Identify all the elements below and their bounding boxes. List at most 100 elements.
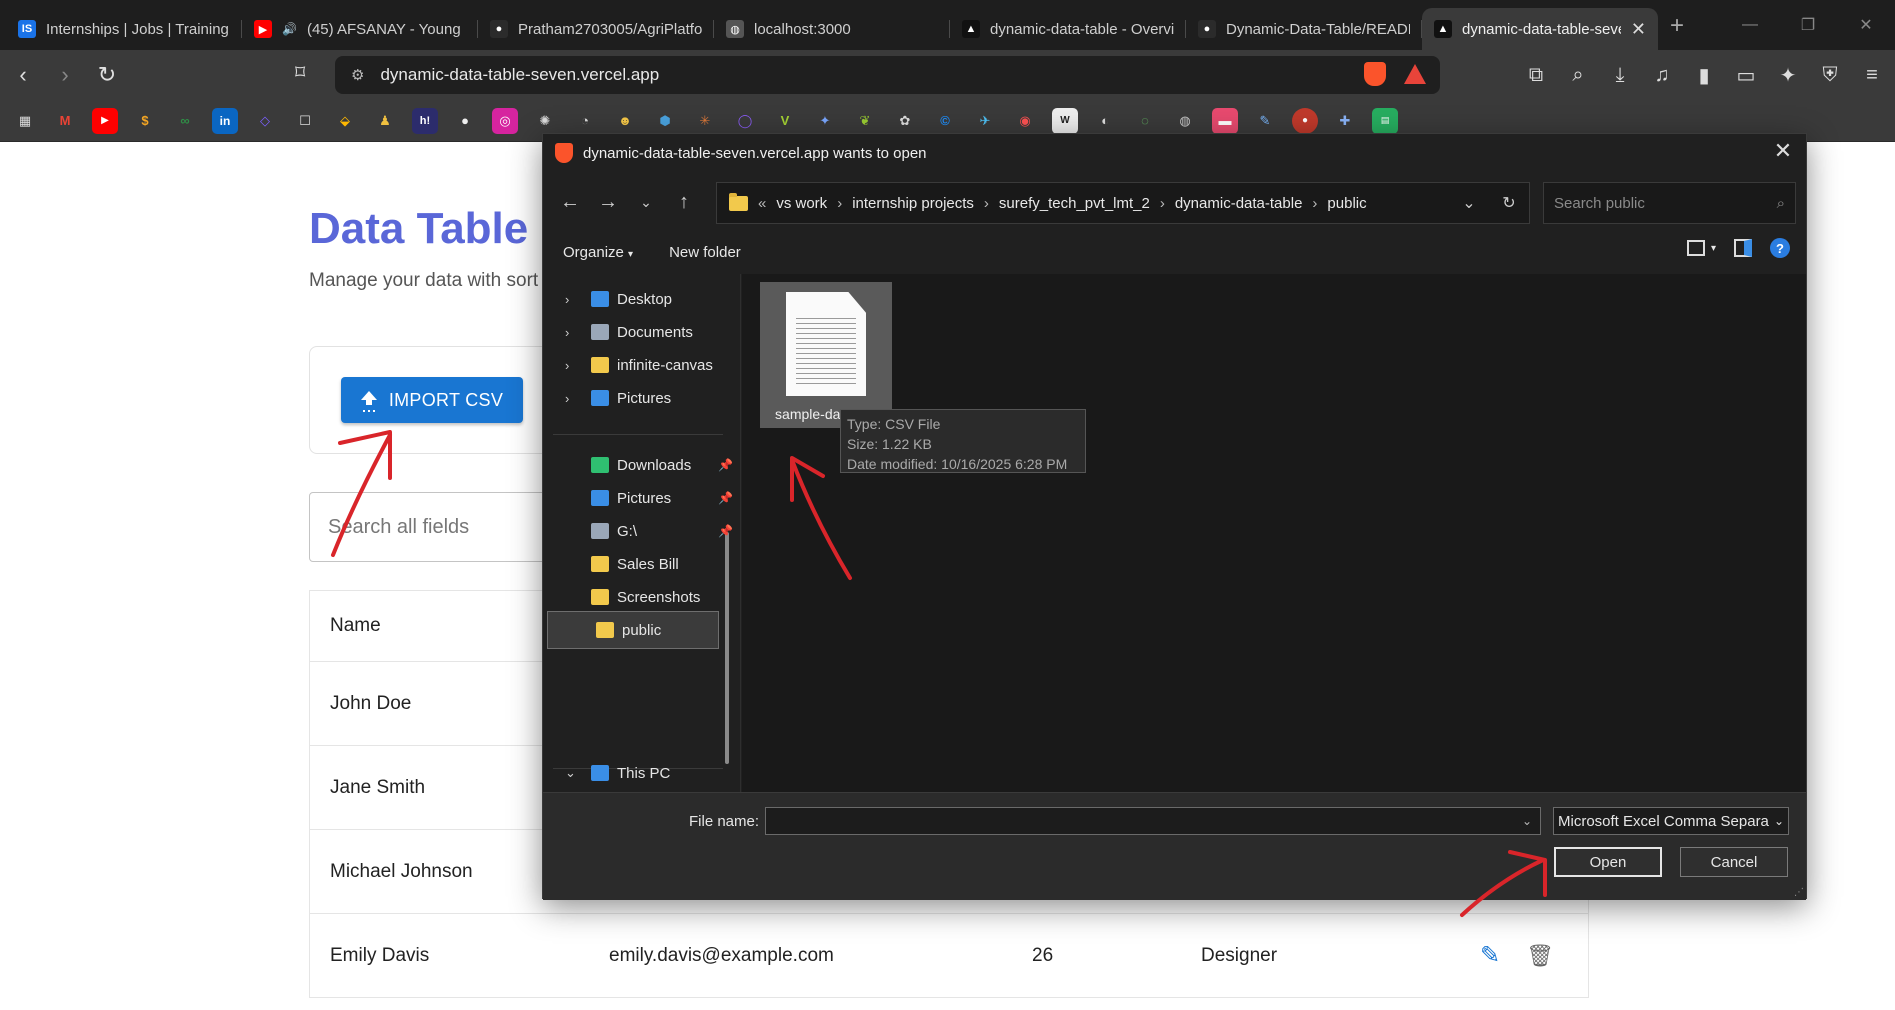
refresh-icon[interactable]: ↻	[1489, 193, 1529, 213]
brave-rewards-icon[interactable]	[1404, 64, 1426, 84]
new-folder-button[interactable]: New folder	[669, 244, 741, 261]
browser-tab[interactable]: ▲ dynamic-data-table - Overview	[950, 8, 1186, 50]
new-tab-icon[interactable]: +	[1670, 12, 1684, 40]
search-tabs-icon[interactable]: ⌕	[1559, 64, 1597, 87]
bookmark-icon[interactable]: ©	[932, 108, 958, 134]
breadcrumb-overflow[interactable]: «	[758, 195, 766, 212]
media-icon[interactable]: ♫	[1643, 64, 1681, 87]
bookmark-icon[interactable]: ✿	[892, 108, 918, 134]
bookmark-icon[interactable]: ⬢	[652, 108, 678, 134]
apps-icon[interactable]: ▦	[12, 108, 38, 134]
sidebar-item[interactable]: public	[547, 611, 719, 649]
bookmark-icon[interactable]: ◇	[252, 108, 278, 134]
audio-icon[interactable]: 🔊	[282, 22, 297, 36]
gemini-icon[interactable]: ✦	[812, 108, 838, 134]
restore-icon[interactable]: ❐	[1779, 0, 1837, 50]
github-icon[interactable]: ●	[452, 108, 478, 134]
close-tab-icon[interactable]: ✕	[1631, 19, 1646, 40]
menu-icon[interactable]: ≡	[1853, 64, 1891, 87]
bookmark-icon[interactable]: ◐	[1092, 108, 1118, 134]
reload-icon[interactable]: ↻	[88, 56, 126, 94]
caret-down-icon[interactable]: ▾	[1711, 243, 1716, 254]
hackerearth-icon[interactable]: h!	[412, 107, 438, 134]
back-arrow-icon[interactable]: ←	[551, 191, 589, 214]
column-header-name[interactable]: Name	[330, 591, 381, 661]
recent-locations-icon[interactable]: ⌄	[627, 194, 665, 211]
bookmark-icon[interactable]: W	[1052, 107, 1078, 134]
extensions-icon[interactable]: ⧉	[1517, 64, 1555, 87]
browser-tab[interactable]: ▶ 🔊 (45) AFSANAY - Young	[242, 8, 478, 50]
up-arrow-icon[interactable]: ↑	[665, 191, 703, 214]
linkedin-icon[interactable]: in	[212, 107, 238, 134]
sidebar-item[interactable]: › Pictures	[543, 379, 741, 417]
bookmark-icon[interactable]: ❦	[852, 108, 878, 134]
globe-icon[interactable]: ◍	[1172, 108, 1198, 134]
organize-menu[interactable]: Organize ▾	[563, 244, 633, 261]
bookmark-icon[interactable]: ☐	[292, 108, 318, 134]
bookmark-icon[interactable]: ●	[1292, 107, 1318, 134]
bookmark-icon[interactable]: ♟	[372, 108, 398, 134]
bookmark-icon[interactable]: ◌	[1132, 108, 1158, 134]
breadcrumb[interactable]: « vs work › internship projects › surefy_tec…	[716, 182, 1530, 224]
breadcrumb-segment[interactable]: vs work	[776, 195, 827, 212]
leo-icon[interactable]: ✦	[1769, 63, 1807, 88]
gmail-icon[interactable]: M	[52, 108, 78, 134]
file-item[interactable]: sample-data.csv	[760, 282, 892, 428]
brave-shields-icon[interactable]	[1364, 62, 1386, 86]
bookmark-icon[interactable]: ⌑	[295, 60, 305, 85]
bookmark-icon[interactable]: ◯	[732, 108, 758, 134]
breadcrumb-segment[interactable]: public	[1327, 195, 1366, 212]
chevron-right-icon[interactable]: ›	[565, 391, 579, 406]
bookmark-icon[interactable]: ⬙	[332, 108, 358, 134]
help-icon[interactable]: ?	[1770, 238, 1790, 258]
chevron-right-icon[interactable]: ›	[565, 358, 579, 373]
bookmark-icon[interactable]: ▤	[1372, 107, 1398, 134]
breadcrumb-segment[interactable]: internship projects	[852, 195, 974, 212]
downloads-icon[interactable]: ⤓	[1601, 64, 1639, 87]
close-icon[interactable]: ✕	[1768, 138, 1798, 164]
cancel-button[interactable]: Cancel	[1680, 847, 1788, 877]
open-button[interactable]: Open	[1554, 847, 1662, 877]
vpn-icon[interactable]: ⛨	[1811, 64, 1849, 87]
browser-tab[interactable]: ● Pratham2703005/AgriPlatform	[478, 8, 714, 50]
site-settings-icon[interactable]: ⚙	[351, 66, 364, 84]
browser-tab[interactable]: ▲ dynamic-data-table-seven ✕	[1422, 8, 1658, 50]
openai-icon[interactable]: ✺	[532, 108, 558, 134]
breadcrumb-segment[interactable]: dynamic-data-table	[1175, 195, 1303, 212]
chevron-down-icon[interactable]: ⌄	[1522, 814, 1532, 828]
sidebar-icon[interactable]: ▮	[1685, 63, 1723, 88]
geeksforgeeks-icon[interactable]: ∞	[172, 108, 198, 134]
view-options-icon[interactable]	[1686, 240, 1705, 256]
forward-icon[interactable]: ›	[46, 56, 84, 94]
file-name-input[interactable]: ⌄	[765, 807, 1541, 835]
minimize-icon[interactable]: —	[1721, 0, 1779, 50]
sidebar-item[interactable]: ⌄ This PC	[543, 754, 741, 792]
instagram-icon[interactable]: ◎	[492, 107, 518, 134]
chevron-right-icon[interactable]: ⌄	[565, 765, 579, 781]
wallet-icon[interactable]: ▭	[1727, 63, 1765, 88]
import-csv-button[interactable]: IMPORT CSV	[341, 377, 523, 423]
chevron-right-icon[interactable]: ›	[837, 195, 842, 212]
chevron-right-icon[interactable]: ›	[565, 325, 579, 340]
bookmark-icon[interactable]: ✚	[1332, 108, 1358, 134]
preview-pane-icon[interactable]	[1734, 239, 1752, 257]
bookmark-icon[interactable]: ◉	[1012, 108, 1038, 134]
browser-tab[interactable]: ◍ localhost:3000	[714, 8, 950, 50]
claude-icon[interactable]: ✳	[692, 108, 718, 134]
chevron-right-icon[interactable]: ›	[565, 292, 579, 307]
address-bar[interactable]: ⚙ dynamic-data-table-seven.vercel.app	[335, 56, 1440, 94]
forward-arrow-icon[interactable]: →	[589, 191, 627, 214]
close-window-icon[interactable]: ✕	[1837, 0, 1895, 50]
search-input[interactable]: Search public ⌕	[1543, 182, 1796, 224]
youtube-icon[interactable]: ▶	[92, 107, 118, 134]
chevron-down-icon[interactable]: ⌄	[1449, 193, 1489, 213]
delete-icon[interactable]: 🗑	[1526, 943, 1554, 969]
bookmark-icon[interactable]: ✎	[1252, 108, 1278, 134]
chevron-right-icon[interactable]: ›	[1312, 195, 1317, 212]
bookmark-icon[interactable]: ◔	[572, 108, 598, 134]
bookmark-icon[interactable]: $	[132, 108, 158, 134]
chevron-right-icon[interactable]: ›	[1160, 195, 1165, 212]
bookmark-icon[interactable]: ▬	[1212, 107, 1238, 134]
breadcrumb-segment[interactable]: surefy_tech_pvt_lmt_2	[999, 195, 1150, 212]
bookmark-icon[interactable]: ☻	[612, 108, 638, 134]
